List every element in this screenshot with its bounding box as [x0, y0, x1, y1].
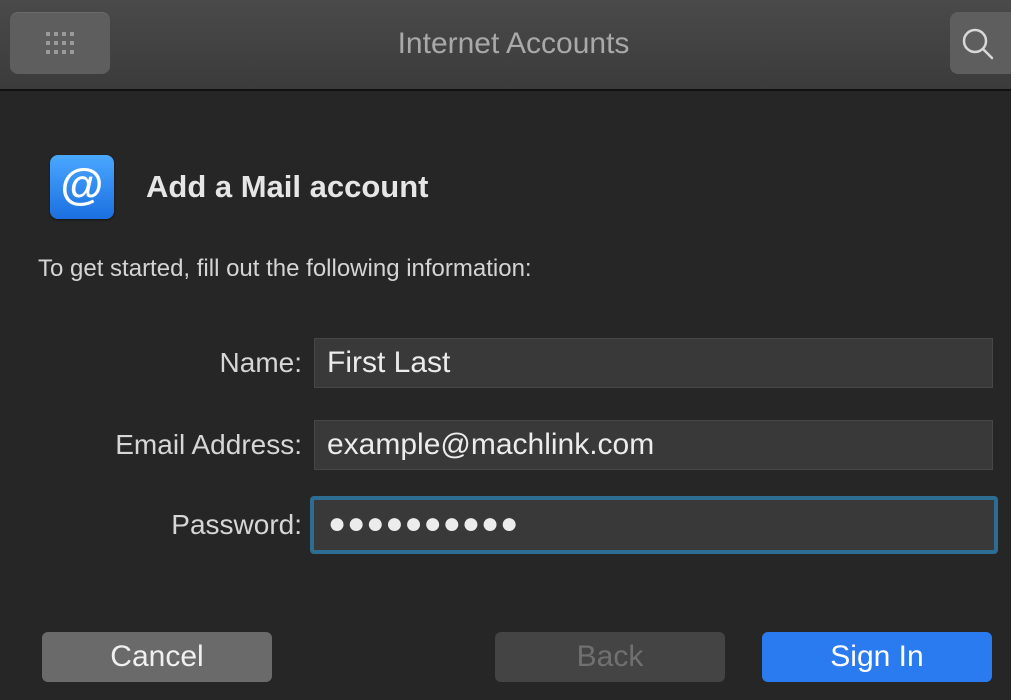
- search-icon: [962, 28, 994, 60]
- name-field[interactable]: First Last: [314, 338, 993, 388]
- cancel-button[interactable]: Cancel: [42, 632, 272, 682]
- at-sign-icon: @: [50, 155, 114, 219]
- at-sign-glyph: @: [60, 160, 104, 209]
- email-label: Email Address:: [115, 429, 302, 460]
- window-edge: [1011, 0, 1027, 700]
- internet-accounts-window: Internet Accounts @ Add a Mail account T…: [0, 0, 1027, 700]
- window-title: Internet Accounts: [397, 27, 630, 60]
- email-field[interactable]: example@machlink.com: [314, 420, 993, 470]
- back-button[interactable]: Back: [495, 632, 725, 682]
- title-bar: Internet Accounts: [0, 0, 1027, 91]
- page-title: Add a Mail account: [146, 169, 429, 204]
- password-label: Password:: [171, 509, 302, 540]
- sign-in-button[interactable]: Sign In: [762, 632, 992, 682]
- password-field[interactable]: ●●●●●●●●●●: [310, 496, 998, 554]
- instructions-text: To get started, fill out the following i…: [38, 255, 532, 282]
- name-label: Name:: [219, 347, 302, 378]
